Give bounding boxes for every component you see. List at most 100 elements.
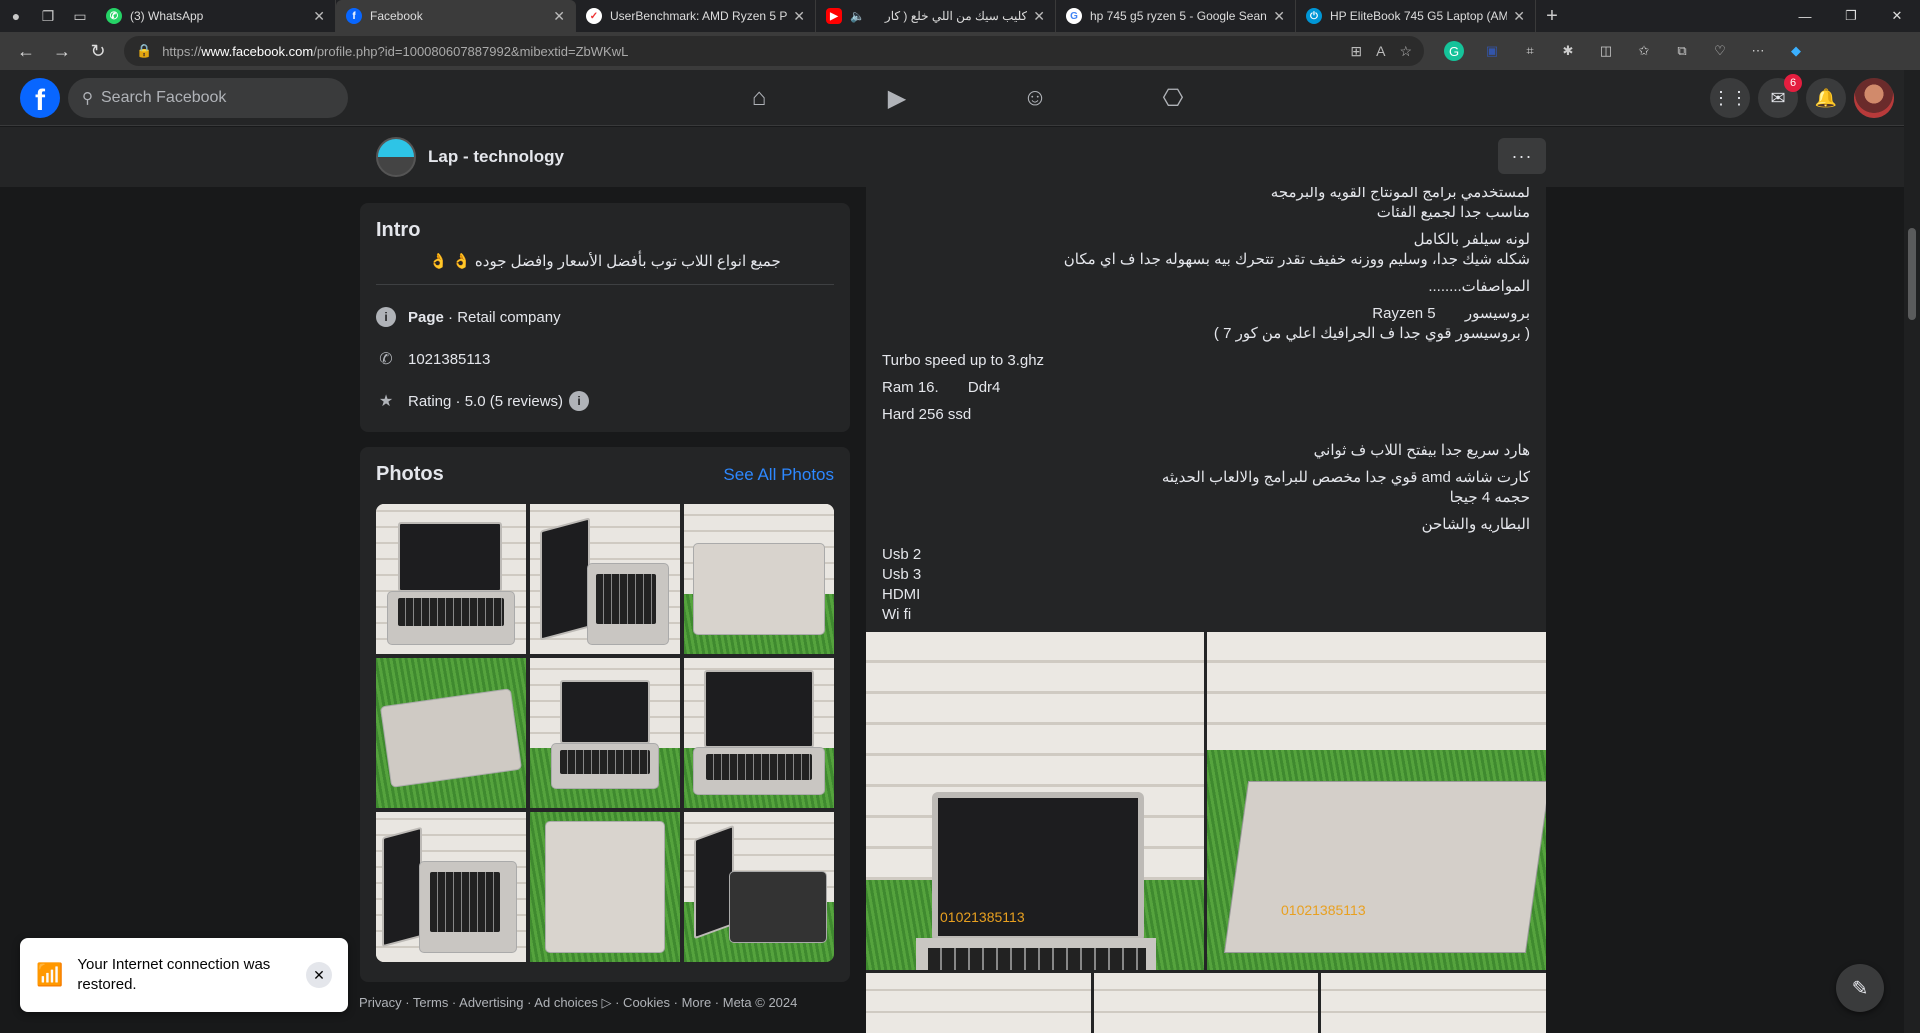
settings-more-icon[interactable]: ⋯ [1748,41,1768,61]
rating-info-icon[interactable]: i [569,391,590,411]
photo-thumbnail[interactable] [684,504,834,654]
collections-icon[interactable]: ⧉ [1672,41,1692,61]
tab-facebook[interactable]: f Facebook ✕ [336,0,576,32]
puzzle-extensions-icon[interactable]: ✱ [1558,41,1578,61]
grammarly-icon[interactable]: G [1444,41,1464,61]
messenger-badge: 6 [1784,74,1802,92]
photo-thumbnail[interactable] [530,812,680,962]
close-tab-icon[interactable]: ✕ [1033,8,1045,25]
photo-thumbnail[interactable] [684,812,834,962]
favorite-star-icon[interactable]: ☆ [1399,43,1412,60]
restore-icon[interactable]: ❐ [1828,0,1874,32]
post-photo[interactable] [1321,973,1546,1033]
read-aloud-icon[interactable]: A [1376,43,1385,60]
wifi-icon: 📶 [36,962,64,987]
address-bar[interactable]: 🔒 https://www.facebook.com/profile.php?i… [124,36,1424,66]
gaming-icon[interactable]: ⎔ [1104,70,1242,126]
close-icon[interactable]: ✕ [306,962,332,988]
minimize-icon[interactable]: — [1782,0,1828,32]
photo-thumbnail[interactable] [376,658,526,808]
tab-whatsapp[interactable]: ✆ (3) WhatsApp ✕ [96,0,336,32]
close-tab-icon[interactable]: ✕ [313,8,325,25]
notifications-icon[interactable]: 🔔 [1806,78,1846,118]
browser-toolbar: ← → ↻ 🔒 https://www.facebook.com/profile… [0,32,1920,70]
close-tab-icon[interactable]: ✕ [553,8,565,25]
post-line: Ram 16. Ddr4 [882,379,1001,396]
extension-icon[interactable]: ▣ [1482,41,1502,61]
post-line: لمستخدمي برامج المونتاج القويه والبرمجه … [1270,187,1530,221]
info-icon: i [376,307,396,327]
close-window-icon[interactable]: ✕ [1874,0,1920,32]
apps-icon[interactable]: ⊞ [1350,43,1362,60]
tab-userbenchmark[interactable]: ✓ UserBenchmark: AMD Ryzen 5 P ✕ [576,0,816,32]
toast-message: Your Internet connection was restored. [77,956,271,993]
post-photo[interactable] [866,973,1091,1033]
post-text: لمستخدمي برامج المونتاج القويه والبرمجه … [866,187,1546,652]
vpn-extension-icon[interactable]: ⌗ [1520,41,1540,61]
page-title[interactable]: Lap - technology [428,147,564,167]
performance-icon[interactable]: ♡ [1710,41,1730,61]
groups-icon[interactable]: ☺ [966,70,1104,126]
close-tab-icon[interactable]: ✕ [793,8,805,25]
google-icon: G [1066,8,1082,24]
intro-card: Intro جميع انواع اللاب توب بأفضل الأسعار… [360,203,850,432]
url-text: https://www.facebook.com/profile.php?id=… [162,44,628,59]
profile-icon[interactable]: ● [0,0,32,32]
post-line: هارد سريع جدا بيفتح اللاب ف ثواني [1313,442,1530,459]
category-row: i Page · Retail company [376,307,834,327]
tab-youtube[interactable]: ▶ 🔈 كليب سيك من اللي خلع ( كار ✕ [816,0,1056,32]
forward-icon[interactable]: → [44,33,80,69]
photo-thumbnail[interactable] [684,658,834,808]
address-bar-actions: ⊞ A ☆ [1350,43,1412,60]
refresh-icon[interactable]: ↻ [80,33,116,69]
new-message-icon[interactable]: ✎ [1836,964,1884,1012]
post-photo[interactable]: 01021385113 [1207,632,1546,970]
facebook-logo-icon[interactable]: f [20,78,60,118]
audio-playing-icon[interactable]: 🔈 [850,9,865,23]
category-value: · Retail company [443,308,561,326]
photo-thumbnail[interactable] [530,658,680,808]
new-tab-button[interactable]: + [1536,5,1568,28]
post-line: Hard 256 ssd [882,406,972,423]
tab-title: hp 745 g5 ryzen 5 - Google Sean [1090,9,1267,23]
tab-google-search[interactable]: G hp 745 g5 ryzen 5 - Google Sean ✕ [1056,0,1296,32]
split-screen-icon[interactable]: ◫ [1596,41,1616,61]
tab-hp-elitebook[interactable]: ⏻ HP EliteBook 745 G5 Laptop (AM ✕ [1296,0,1536,32]
messenger-icon[interactable]: ✉ 6 [1758,74,1802,118]
menu-grid-icon[interactable]: ⋮⋮ [1710,78,1750,118]
lock-icon[interactable]: 🔒 [136,43,152,59]
back-icon[interactable]: ← [8,33,44,69]
scrollbar-thumb[interactable] [1908,228,1916,320]
page-avatar[interactable] [376,137,416,177]
video-icon[interactable]: ▶ [828,70,966,126]
photo-thumbnail[interactable] [376,812,526,962]
footer-links[interactable]: Privacy · Terms · Advertising · Ad choic… [359,995,797,1011]
post-line: لونه سيلفر بالكامل شكله شيك جدا، وسليم و… [1063,231,1530,268]
copilot-icon[interactable]: ◆ [1786,41,1806,61]
profile-avatar[interactable] [1854,78,1894,118]
photo-thumbnail[interactable] [376,504,526,654]
workspaces-icon[interactable]: ❐ [32,0,64,32]
page-scrollbar[interactable] [1904,70,1920,1033]
close-tab-icon[interactable]: ✕ [1513,8,1525,25]
post-photo[interactable]: 01021385113 [866,632,1204,970]
hp-icon: ⏻ [1306,8,1322,24]
post-line: Turbo speed up to 3.ghz [882,352,1045,369]
see-all-photos-link[interactable]: See All Photos [723,465,834,485]
tab-title: UserBenchmark: AMD Ryzen 5 P [610,9,788,23]
category-label: Page [408,308,444,326]
tab-actions-icon[interactable]: ▭ [64,0,96,32]
more-options-button[interactable]: ··· [1498,138,1546,174]
search-input[interactable]: ⚲ Search Facebook [68,78,348,118]
tab-title: HP EliteBook 745 G5 Laptop (AM [1330,9,1508,23]
close-tab-icon[interactable]: ✕ [1273,8,1285,25]
url-path: /profile.php?id=100080607887992&mibextid… [313,43,629,59]
avatar [1854,78,1894,118]
photo-thumbnail[interactable] [530,504,680,654]
favorites-icon[interactable]: ✩ [1634,41,1654,61]
rating-text[interactable]: Rating · 5.0 (5 reviews) [408,393,563,410]
post-photo[interactable] [1094,973,1318,1033]
home-icon[interactable]: ⌂ [690,70,828,126]
phone-number[interactable]: 1021385113 [408,351,490,368]
url-prefix: https:// [162,43,202,59]
